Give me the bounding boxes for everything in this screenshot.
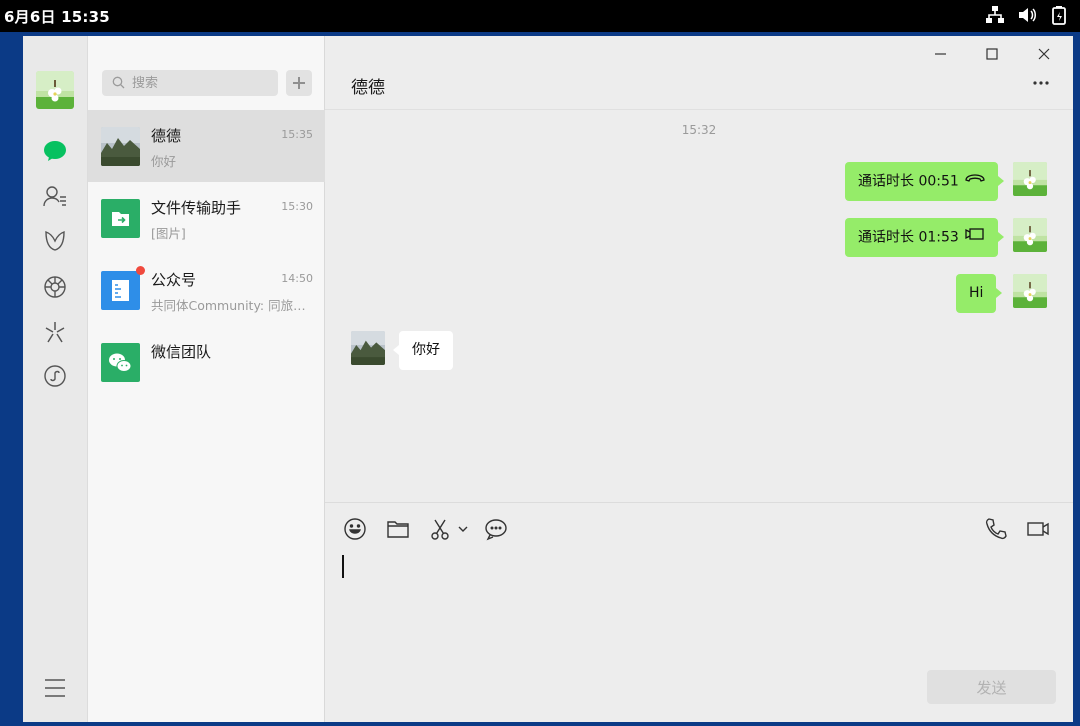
voice-call-button-icon[interactable]: [983, 516, 1009, 542]
wechat-team-icon: [101, 343, 140, 382]
message-bubble-out[interactable]: 通话时长 01:53: [845, 218, 1004, 257]
nav-rail: [23, 36, 88, 722]
chat-item-name: 文件传输助手: [151, 199, 242, 217]
video-call-icon: [965, 218, 985, 257]
message-text: 通话时长 00:51: [858, 173, 959, 190]
volume-icon[interactable]: [1016, 4, 1038, 26]
chat-item-preview: 共同体Community: 同旅…: [151, 298, 306, 313]
wechat-window: 德德 15:35 你好 文件传输助手 15:30 [图片] 公众号 14:50 …: [23, 36, 1073, 722]
battery-icon[interactable]: [1048, 4, 1070, 26]
chat-item-time: 14:50: [281, 272, 313, 285]
system-top-bar: 6月6日 15:35: [0, 0, 1080, 32]
network-icon[interactable]: [984, 4, 1006, 26]
more-options-icon[interactable]: [1029, 72, 1053, 92]
file-transfer-icon: [101, 199, 140, 238]
contacts-nav-icon[interactable]: [43, 184, 67, 208]
channels-nav-icon[interactable]: [43, 320, 67, 344]
screenshot-scissors-icon[interactable]: [428, 516, 454, 542]
chat-item-name: 公众号: [151, 271, 197, 289]
chat-item-name: 微信团队: [151, 343, 212, 361]
chat-item-dede[interactable]: 德德 15:35 你好: [88, 110, 325, 182]
contact-message-avatar[interactable]: [351, 331, 385, 365]
message-text: 你好: [412, 342, 440, 358]
chat-item-preview: [图片]: [151, 226, 186, 241]
chat-item-file-transfer[interactable]: 文件传输助手 15:30 [图片]: [88, 182, 325, 254]
my-avatar[interactable]: [36, 71, 74, 109]
send-button[interactable]: 发送: [927, 670, 1056, 704]
chat-item-preview: 你好: [151, 154, 177, 169]
voice-call-icon: [965, 162, 985, 201]
landscape-avatar: [101, 127, 140, 166]
chat-item-time: 15:35: [281, 128, 313, 141]
system-tray: [984, 4, 1070, 26]
chat-item-name: 德德: [151, 127, 182, 145]
system-datetime: 6月6日 15:35: [4, 8, 110, 26]
official-accounts-icon: [101, 271, 140, 310]
chat-item-time: 15:30: [281, 200, 313, 213]
message-text: Hi: [969, 285, 984, 301]
chevron-down-icon[interactable]: [456, 516, 470, 542]
input-divider: [325, 502, 1073, 503]
window-controls: [925, 44, 1059, 64]
chat-item-wechat-team[interactable]: 微信团队: [88, 326, 325, 398]
message-bubble-out[interactable]: Hi: [956, 274, 1003, 313]
my-message-avatar[interactable]: [1013, 274, 1047, 308]
header-divider: [325, 109, 1073, 110]
favorites-nav-icon[interactable]: [43, 229, 67, 253]
minimize-icon[interactable]: [925, 44, 955, 64]
chat-item-official-accounts[interactable]: 公众号 14:50 共同体Community: 同旅…: [88, 254, 325, 326]
conversation-title: 德德: [351, 78, 385, 98]
message-bubble-out[interactable]: 通话时长 00:51: [845, 162, 1004, 201]
chat-nav-icon[interactable]: [43, 139, 67, 163]
close-icon[interactable]: [1029, 44, 1059, 64]
my-message-avatar[interactable]: [1013, 218, 1047, 252]
chat-history-icon[interactable]: [483, 516, 509, 542]
mini-programs-nav-icon[interactable]: [43, 364, 67, 388]
chat-list-panel: 德德 15:35 你好 文件传输助手 15:30 [图片] 公众号 14:50 …: [88, 36, 325, 722]
emoji-icon[interactable]: [342, 516, 368, 542]
search-icon: [112, 76, 125, 89]
conversation-panel: 德德 15:32 通话时长 00:51 通话时长 01:53 Hi 你好 发送: [325, 36, 1073, 722]
search-input[interactable]: [132, 74, 272, 92]
message-timestamp: 15:32: [681, 123, 717, 137]
add-button[interactable]: [286, 70, 312, 96]
maximize-icon[interactable]: [977, 44, 1007, 64]
unread-dot: [136, 266, 145, 275]
moments-nav-icon[interactable]: [43, 275, 67, 299]
message-text: 通话时长 01:53: [858, 229, 959, 246]
menu-icon[interactable]: [43, 676, 67, 700]
my-message-avatar[interactable]: [1013, 162, 1047, 196]
folder-icon[interactable]: [385, 516, 411, 542]
text-caret[interactable]: [342, 555, 344, 578]
message-bubble-in[interactable]: 你好: [393, 331, 453, 370]
search-box[interactable]: [102, 70, 278, 96]
video-call-button-icon[interactable]: [1025, 516, 1051, 542]
